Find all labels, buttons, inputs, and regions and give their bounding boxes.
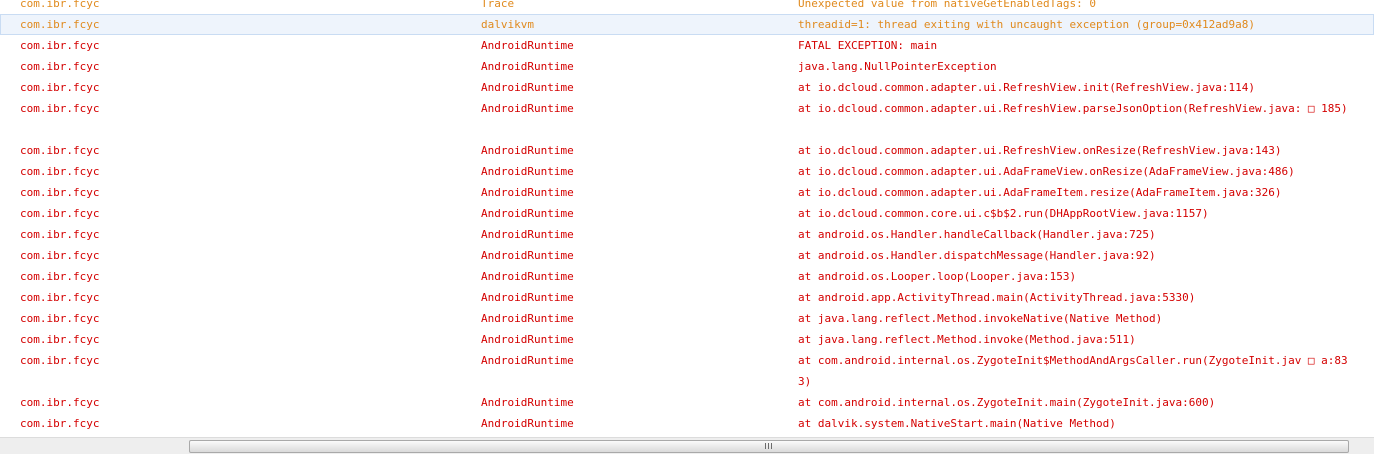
- log-app: com.ibr.fcyc: [20, 165, 100, 178]
- log-message: at io.dcloud.common.adapter.ui.RefreshVi…: [798, 102, 1348, 115]
- log-row[interactable]: com.ibr.fcyc AndroidRuntime at android.a…: [0, 287, 1374, 308]
- log-message: FATAL EXCEPTION: main: [798, 39, 938, 52]
- log-row[interactable]: com.ibr.fcyc AndroidRuntime at dalvik.sy…: [0, 413, 1374, 434]
- log-row[interactable]: com.ibr.fcyc AndroidRuntime at io.dcloud…: [0, 77, 1374, 98]
- log-tag: AndroidRuntime: [481, 207, 574, 220]
- log-tag: AndroidRuntime: [481, 270, 574, 283]
- log-message: at io.dcloud.common.adapter.ui.RefreshVi…: [798, 81, 1255, 94]
- log-message: threadid=1: thread exiting with uncaught…: [798, 18, 1255, 31]
- log-row[interactable]: com.ibr.fcyc AndroidRuntime at com.andro…: [0, 392, 1374, 413]
- log-message: at com.android.internal.os.ZygoteInit.ma…: [798, 396, 1216, 409]
- log-app: com.ibr.fcyc: [20, 207, 100, 220]
- log-tag: AndroidRuntime: [481, 291, 574, 304]
- log-tag: AndroidRuntime: [481, 333, 574, 346]
- log-row[interactable]: com.ibr.fcyc AndroidRuntime FATAL EXCEPT…: [0, 35, 1374, 56]
- log-message: at com.android.internal.os.ZygoteInit$Me…: [798, 354, 1348, 388]
- log-app: com.ibr.fcyc: [20, 186, 100, 199]
- log-tag: Trace: [481, 0, 515, 10]
- log-tag: AndroidRuntime: [481, 165, 574, 178]
- log-message: java.lang.NullPointerException: [798, 60, 997, 73]
- log-message: Unexpected value from nativeGetEnabledTa…: [798, 0, 1097, 10]
- log-app: com.ibr.fcyc: [20, 354, 100, 367]
- log-tag: AndroidRuntime: [481, 417, 574, 430]
- log-row[interactable]: com.ibr.fcyc AndroidRuntime at io.dcloud…: [0, 98, 1374, 140]
- log-app: com.ibr.fcyc: [20, 102, 100, 115]
- log-row-selected[interactable]: com.ibr.fcyc dalvikvm threadid=1: thread…: [0, 14, 1374, 35]
- log-tag: AndroidRuntime: [481, 249, 574, 262]
- log-rows: com.ibr.fcyc Trace Unexpected value from…: [0, 0, 1374, 434]
- log-tag: AndroidRuntime: [481, 228, 574, 241]
- log-row[interactable]: com.ibr.fcyc AndroidRuntime at android.o…: [0, 224, 1374, 245]
- log-row[interactable]: com.ibr.fcyc AndroidRuntime at android.o…: [0, 266, 1374, 287]
- log-message: at io.dcloud.common.adapter.ui.RefreshVi…: [798, 144, 1282, 157]
- log-app: com.ibr.fcyc: [20, 0, 100, 10]
- log-row[interactable]: com.ibr.fcyc AndroidRuntime at io.dcloud…: [0, 140, 1374, 161]
- log-row[interactable]: com.ibr.fcyc AndroidRuntime at android.o…: [0, 245, 1374, 266]
- log-message: at io.dcloud.common.adapter.ui.AdaFrameI…: [798, 186, 1282, 199]
- log-message: at android.os.Handler.dispatchMessage(Ha…: [798, 249, 1156, 262]
- log-message: at io.dcloud.common.adapter.ui.AdaFrameV…: [798, 165, 1295, 178]
- log-tag: AndroidRuntime: [481, 81, 574, 94]
- log-app: com.ibr.fcyc: [20, 270, 100, 283]
- log-row[interactable]: com.ibr.fcyc Trace Unexpected value from…: [0, 0, 1374, 14]
- log-row[interactable]: com.ibr.fcyc AndroidRuntime at com.andro…: [0, 350, 1374, 392]
- log-row[interactable]: com.ibr.fcyc AndroidRuntime at java.lang…: [0, 329, 1374, 350]
- log-app: com.ibr.fcyc: [20, 18, 100, 31]
- log-app: com.ibr.fcyc: [20, 333, 100, 346]
- log-message: at dalvik.system.NativeStart.main(Native…: [798, 417, 1116, 430]
- log-row[interactable]: com.ibr.fcyc AndroidRuntime java.lang.Nu…: [0, 56, 1374, 77]
- log-message: at android.os.Looper.loop(Looper.java:15…: [798, 270, 1077, 283]
- log-tag: AndroidRuntime: [481, 144, 574, 157]
- log-message: at android.os.Handler.handleCallback(Han…: [798, 228, 1156, 241]
- grip-icon: [765, 443, 772, 449]
- log-app: com.ibr.fcyc: [20, 81, 100, 94]
- log-tag: AndroidRuntime: [481, 60, 574, 73]
- log-tag: AndroidRuntime: [481, 186, 574, 199]
- log-app: com.ibr.fcyc: [20, 312, 100, 325]
- log-app: com.ibr.fcyc: [20, 417, 100, 430]
- log-app: com.ibr.fcyc: [20, 291, 100, 304]
- log-app: com.ibr.fcyc: [20, 396, 100, 409]
- log-message: at android.app.ActivityThread.main(Activ…: [798, 291, 1196, 304]
- log-tag: AndroidRuntime: [481, 396, 574, 409]
- log-tag: dalvikvm: [481, 18, 534, 31]
- log-app: com.ibr.fcyc: [20, 144, 100, 157]
- log-tag: AndroidRuntime: [481, 39, 574, 52]
- log-app: com.ibr.fcyc: [20, 249, 100, 262]
- log-row[interactable]: com.ibr.fcyc AndroidRuntime at io.dcloud…: [0, 203, 1374, 224]
- log-message: at java.lang.reflect.Method.invokeNative…: [798, 312, 1163, 325]
- log-tag: AndroidRuntime: [481, 312, 574, 325]
- log-row[interactable]: com.ibr.fcyc AndroidRuntime at io.dcloud…: [0, 161, 1374, 182]
- log-app: com.ibr.fcyc: [20, 39, 100, 52]
- log-row[interactable]: com.ibr.fcyc AndroidRuntime at io.dcloud…: [0, 182, 1374, 203]
- log-message: at java.lang.reflect.Method.invoke(Metho…: [798, 333, 1136, 346]
- log-message: at io.dcloud.common.core.ui.c$b$2.run(DH…: [798, 207, 1209, 220]
- log-tag: AndroidRuntime: [481, 102, 574, 115]
- logcat-view: com.ibr.fcyc Trace Unexpected value from…: [0, 0, 1374, 437]
- log-tag: AndroidRuntime: [481, 354, 574, 367]
- log-row[interactable]: com.ibr.fcyc AndroidRuntime at java.lang…: [0, 308, 1374, 329]
- log-app: com.ibr.fcyc: [20, 228, 100, 241]
- horizontal-scrollbar[interactable]: [0, 437, 1374, 454]
- scrollbar-thumb[interactable]: [189, 440, 1349, 453]
- log-app: com.ibr.fcyc: [20, 60, 100, 73]
